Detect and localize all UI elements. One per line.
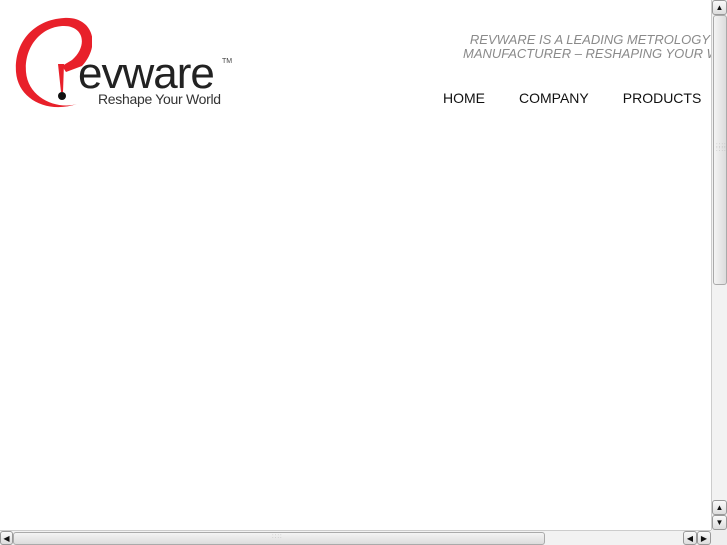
arrow-left-icon: ◀ [3,534,10,543]
arrow-right-icon: ▶ [700,534,708,543]
arrow-up-icon: ▲ [715,3,724,12]
horizontal-scroll-thumb[interactable]: :::: [13,532,545,545]
vertical-scroll-thumb[interactable]: :::::::: [713,15,727,285]
vertical-scrollbar[interactable]: ▲ :::::::: ▲ ▼ [711,0,727,530]
scroll-up-button[interactable]: ▲ [712,0,727,15]
nav-company[interactable]: COMPANY [500,90,604,106]
scrollbar-corner [711,530,727,545]
revware-logo[interactable]: evware Reshape Your World [12,14,242,114]
logo-wordmark: evware [78,49,215,98]
nav-home[interactable]: HOME [424,90,500,106]
arrow-up-icon: ▲ [715,503,724,512]
trademark: TM [222,58,233,65]
nav-products[interactable]: PRODUCTS [604,90,711,106]
scroll-left-button-end[interactable]: ◀ [683,531,697,545]
logo-tagline: Reshape Your World [98,91,221,107]
arrow-left-icon: ◀ [686,534,694,543]
header-tagline-line2: MANUFACTURER – RESHAPING YOUR WORLD [463,46,711,61]
scroll-up-button-bottom[interactable]: ▲ [712,500,727,515]
scroll-down-button[interactable]: ▼ [712,515,727,530]
main-nav: HOME COMPANY PRODUCTS [424,90,711,106]
horizontal-scrollbar[interactable]: ◀ :::: ◀ ▶ [0,530,711,545]
scroll-left-button[interactable]: ◀ [0,531,13,545]
arrow-down-icon: ▼ [715,518,724,527]
header-tagline-line1: REVWARE IS A LEADING METROLOGY [469,32,710,47]
scroll-right-button[interactable]: ▶ [697,531,711,545]
